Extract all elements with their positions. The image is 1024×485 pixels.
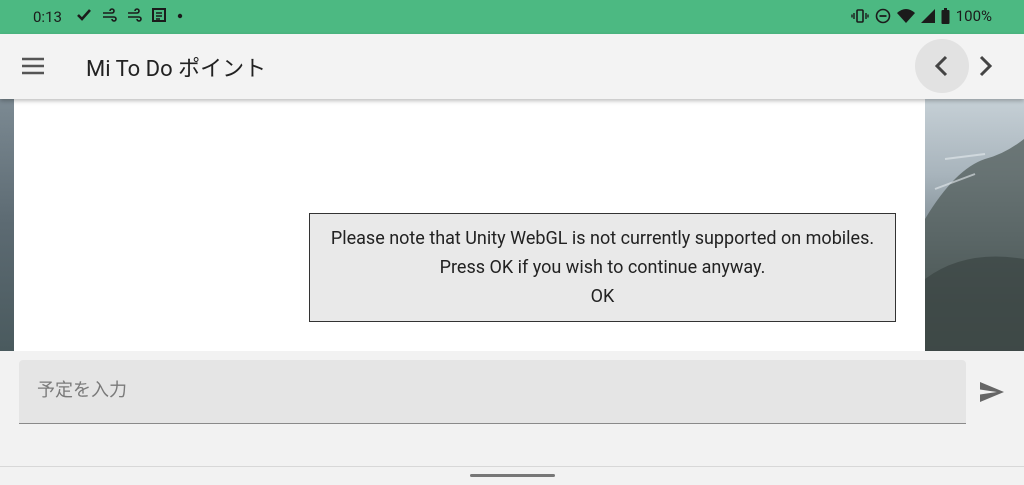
chevron-right-icon bbox=[979, 55, 993, 77]
dot-icon bbox=[177, 13, 183, 19]
forward-button[interactable] bbox=[969, 39, 1005, 93]
app-title: Mi To Do ポイント bbox=[86, 57, 267, 82]
webgl-warning-dialog: Please note that Unity WebGL is not curr… bbox=[309, 213, 896, 322]
mountain-decoration bbox=[925, 139, 1024, 351]
dnd-icon bbox=[875, 8, 891, 24]
notification-icons bbox=[76, 7, 184, 23]
status-time: 0:13 bbox=[33, 8, 62, 26]
schedule-input-container bbox=[19, 360, 966, 424]
vibrate-icon bbox=[851, 9, 869, 23]
status-bar: 0:13 100% bbox=[0, 0, 1024, 34]
send-icon[interactable] bbox=[978, 378, 1006, 406]
back-button[interactable] bbox=[915, 39, 969, 93]
schedule-input[interactable] bbox=[35, 379, 939, 402]
system-icons: 100% bbox=[851, 7, 992, 25]
wind-icon bbox=[128, 8, 142, 22]
wind-icon bbox=[103, 8, 117, 22]
dialog-message: Please note that Unity WebGL is not curr… bbox=[330, 228, 875, 278]
signal-icon bbox=[920, 9, 935, 23]
wifi-icon bbox=[896, 9, 915, 23]
ok-button[interactable]: OK bbox=[310, 286, 895, 307]
divider bbox=[0, 466, 1024, 467]
background-photo-right bbox=[925, 99, 1024, 351]
chevron-left-icon bbox=[934, 55, 948, 77]
app-bar: Mi To Do ポイント bbox=[0, 34, 1024, 99]
check-icon bbox=[77, 9, 91, 21]
hamburger-icon[interactable] bbox=[20, 55, 46, 77]
battery-percentage: 100% bbox=[955, 7, 992, 25]
battery-icon bbox=[941, 8, 950, 24]
newspaper-icon bbox=[152, 8, 166, 22]
background-photo-left bbox=[0, 99, 14, 351]
gesture-nav-handle[interactable] bbox=[470, 474, 555, 477]
